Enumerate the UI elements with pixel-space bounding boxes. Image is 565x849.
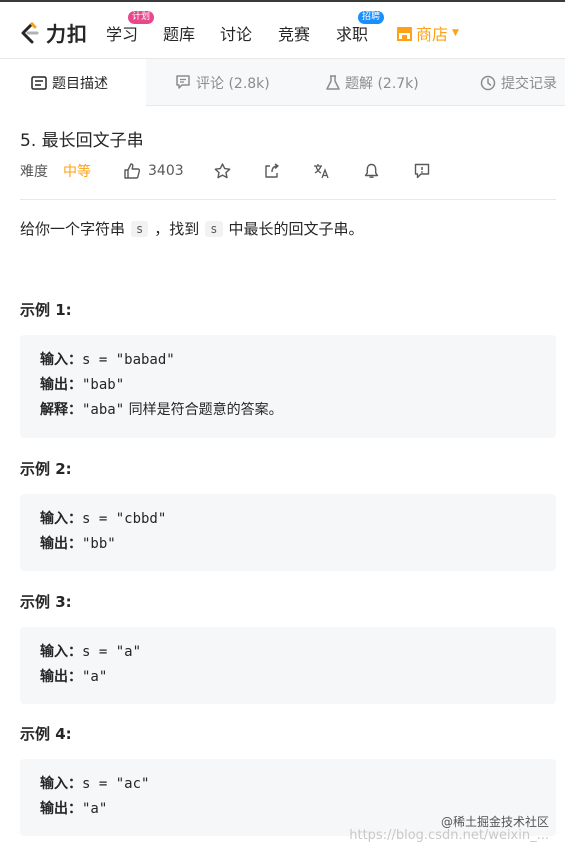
like-count: 3403 [148, 163, 184, 179]
example-key: 解释： [40, 402, 82, 418]
nav-item-label: 竞赛 [278, 25, 311, 44]
example-value: "a" [82, 669, 108, 685]
tab-comments[interactable]: 评论 (2.8k) [175, 59, 270, 106]
comment-icon [176, 75, 190, 89]
inline-code: s [131, 220, 149, 237]
description-text: 中最长的回文子串。 [228, 220, 364, 238]
favorite-button[interactable] [214, 160, 231, 182]
tab-description[interactable]: 题目描述 [0, 59, 146, 107]
logo-text: 力扣 [46, 22, 88, 46]
example-line: 输出："a" [40, 665, 536, 690]
example-value: s = "ac" [82, 776, 150, 792]
example-title: 示例 3: [20, 593, 72, 611]
thumbs-up-icon [124, 163, 141, 179]
leetcode-logo-icon [21, 22, 39, 43]
recruit-badge: 招聘 [358, 11, 385, 24]
example-value: "aba" [82, 402, 125, 418]
example-title: 示例 4: [20, 725, 72, 743]
nav-item-study[interactable]: 学习 计划 [106, 11, 155, 45]
example-key: 输入： [40, 352, 82, 368]
example-block: 输入：s = "cbbd" 输出："bb" [20, 494, 556, 571]
example-line: 解释："aba" 同样是符合题意的答案。 [40, 398, 536, 423]
tab-label: 评论 (2.8k) [196, 75, 270, 92]
example-line: 输入：s = "cbbd" [40, 507, 536, 532]
example-key: 输入： [40, 511, 82, 527]
chevron-down-icon: ▼ [452, 28, 459, 38]
example-key: 输入： [40, 644, 82, 660]
difficulty-label: 难度 [20, 164, 48, 180]
nav-item-contest[interactable]: 竞赛 [278, 21, 310, 45]
inline-code: s [205, 220, 223, 237]
example-block: 输入：s = "babad" 输出："bab" 解释："aba" 同样是符合题意… [20, 335, 556, 438]
tab-label: 题目描述 [52, 76, 108, 92]
tab-solutions[interactable]: 题解 (2.7k) [326, 59, 419, 106]
translate-button[interactable] [313, 160, 330, 182]
example-key: 输出： [40, 377, 82, 393]
example-block: 输入：s = "a" 输出："a" [20, 627, 556, 704]
example-note: 同样是符合题意的答案。 [124, 402, 283, 418]
description-icon [31, 76, 47, 90]
nav-item-problems[interactable]: 题库 [163, 21, 195, 45]
nav-item-label: 讨论 [220, 25, 253, 44]
plan-badge: 计划 [128, 11, 155, 24]
tab-label: 题解 (2.7k) [345, 75, 419, 92]
nav-item-discuss[interactable]: 讨论 [220, 21, 252, 45]
description-text: ，找到 [154, 220, 200, 238]
top-navbar: 力扣 学习 计划 题库 讨论 竞赛 求职 招聘 商店 ▼ [0, 0, 565, 59]
translate-icon [314, 164, 329, 179]
bell-icon [364, 163, 379, 178]
nav-item-jobs[interactable]: 求职 招聘 [336, 11, 385, 45]
feedback-button[interactable] [414, 160, 430, 182]
description-text: 给你一个字符串 [20, 220, 126, 238]
example-value: s = "cbbd" [82, 511, 167, 527]
store-icon [397, 26, 412, 41]
like-button[interactable]: 3403 [124, 160, 184, 182]
example-key: 输入： [40, 776, 82, 792]
example-line: 输出："bab" [40, 373, 536, 398]
nav-item-label: 学习 [106, 25, 139, 44]
feedback-icon [414, 163, 430, 179]
example-key: 输出： [40, 801, 82, 817]
example-line: 输入：s = "ac" [40, 772, 536, 797]
notify-button[interactable] [364, 160, 379, 182]
example-line: 输入：s = "babad" [40, 348, 536, 373]
nav-item-label: 求职 [336, 25, 369, 44]
example-title: 示例 1: [20, 301, 72, 319]
example-key: 输出： [40, 536, 82, 552]
example-line: 输出："bb" [40, 532, 536, 557]
problem-title: 5. 最长回文子串 [20, 131, 144, 151]
example-value: s = "a" [82, 644, 142, 660]
store-label: 商店 [416, 25, 449, 44]
tab-label: 提交记录 [501, 75, 557, 92]
example-title: 示例 2: [20, 460, 72, 478]
example-line: 输入：s = "a" [40, 640, 536, 665]
example-key: 输出： [40, 669, 82, 685]
star-icon [214, 163, 231, 179]
nav-item-label: 题库 [163, 25, 196, 44]
example-value: "a" [82, 801, 108, 817]
clock-icon [480, 75, 496, 90]
problem-meta: 难度 中等 3403 [20, 160, 556, 182]
problem-description: 给你一个字符串 s ，找到 s 中最长的回文子串。 [20, 218, 364, 239]
example-value: s = "babad" [82, 352, 175, 368]
difficulty-badge: 中等 [63, 164, 91, 180]
tab-submissions[interactable]: 提交记录 [480, 59, 557, 106]
example-value: "bab" [82, 377, 125, 393]
flask-icon [326, 74, 340, 90]
watermark-line: https://blog.csdn.net/weixin_... [349, 828, 549, 843]
watermark: @稀土掘金技术社区 https://blog.csdn.net/weixin_.… [349, 815, 549, 843]
tab-bar: 题目描述 评论 (2.8k) 题解 (2.7k) 提交记录 [0, 59, 565, 107]
watermark-line: @稀土掘金技术社区 [440, 815, 549, 829]
nav-item-store[interactable]: 商店 ▼ [396, 21, 459, 45]
leetcode-logo[interactable]: 力扣 [18, 18, 88, 47]
share-button[interactable] [264, 160, 280, 182]
example-value: "bb" [82, 536, 116, 552]
share-icon [265, 163, 279, 178]
divider [20, 199, 556, 200]
